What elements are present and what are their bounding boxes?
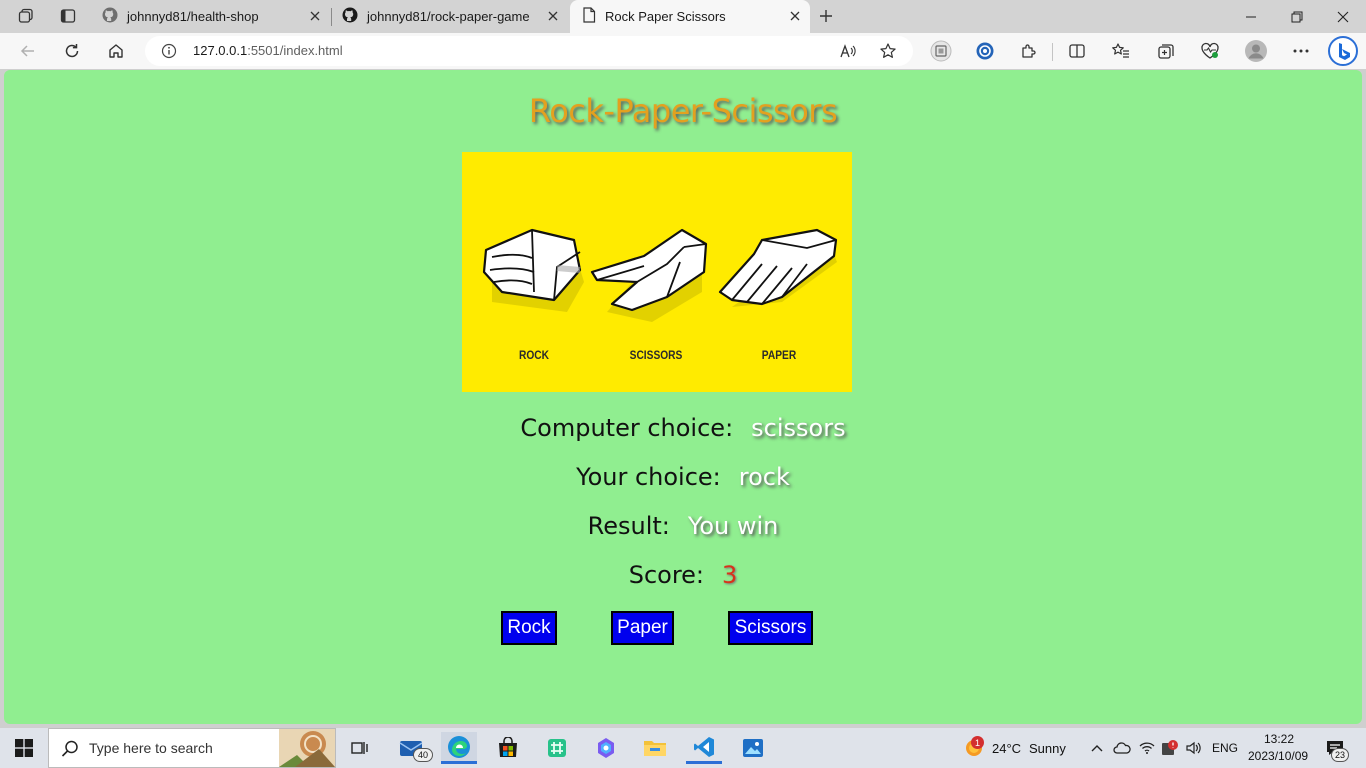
microsoft-store-icon[interactable] [490,732,526,764]
volume-icon[interactable] [1182,732,1206,764]
computer-choice-row: Computer choice: scissors [4,414,1362,442]
back-icon[interactable] [14,38,42,64]
weather-temperature: 24°C [992,741,1022,756]
search-placeholder: Type here to search [89,740,213,756]
browser-toolbar: 127.0.0.1:5501/index.html [0,33,1366,69]
task-view-icon[interactable] [342,732,378,764]
bing-copilot-icon[interactable] [1327,35,1359,67]
rock-button[interactable]: Rock [501,611,557,645]
profile-extension-icon[interactable] [971,38,999,64]
collections-icon[interactable] [1152,38,1180,64]
minimize-icon[interactable] [1228,0,1274,33]
close-tab-icon[interactable] [788,9,802,23]
your-choice-row: Your choice: rock [4,463,1362,491]
rock-label: ROCK [518,348,550,362]
result-label: Result: [587,512,670,540]
computer-choice-value: scissors [751,414,846,442]
tab-title: Rock Paper Scissors [605,9,726,24]
github-icon [342,7,358,26]
grid-app-icon[interactable] [539,732,575,764]
paper-button[interactable]: Paper [611,611,674,645]
your-choice-value: rock [738,463,790,491]
search-icon [61,740,79,762]
file-explorer-icon[interactable] [637,732,673,764]
result-row: Result: You win [4,512,1362,540]
weather-badge: 1 [971,736,984,749]
your-choice-label: Your choice: [576,463,721,491]
score-row: Score: 3 [4,561,1362,589]
url-host: 127.0.0.1 [193,43,248,58]
read-aloud-icon[interactable] [835,38,861,64]
extensions-puzzle-icon[interactable] [1015,38,1043,64]
github-icon [102,7,118,26]
computer-choice-label: Computer choice: [520,414,734,442]
tab-strip: johnnyd81/health-shop johnnyd81/rock-pap… [0,0,1366,33]
score-label: Score: [628,561,705,589]
edge-browser-icon[interactable] [441,732,477,764]
restore-icon[interactable] [1274,0,1320,33]
more-options-icon[interactable] [1287,38,1315,64]
mail-badge: 40 [413,748,433,762]
search-highlight-icon [279,729,335,768]
page-title: Rock-Paper-Scissors [528,92,838,130]
browser-essentials-icon[interactable] [1196,38,1224,64]
tab-title: johnnyd81/rock-paper-game [367,9,530,24]
profile-avatar-icon[interactable] [1242,38,1270,64]
favorites-icon[interactable] [1107,38,1135,64]
paper-hand-icon [718,228,838,307]
language-indicator[interactable]: ENG [1212,741,1238,755]
url-path: :5501/index.html [247,43,343,58]
clock-date[interactable]: 2023/10/09 [1248,749,1308,763]
rock-hand-icon [482,228,584,312]
tab-title: johnnyd81/health-shop [127,9,259,24]
tab-actions-icon[interactable] [56,5,80,27]
score-value: 3 [722,561,738,589]
new-tab-icon[interactable] [814,5,838,27]
tab-health-shop[interactable]: johnnyd81/health-shop [92,0,330,33]
split-screen-icon[interactable] [1063,38,1091,64]
windows-start-icon[interactable] [6,732,42,764]
address-bar[interactable]: 127.0.0.1:5501/index.html [145,36,913,66]
extension-icon[interactable] [927,38,955,64]
refresh-icon[interactable] [58,38,86,64]
favorite-star-icon[interactable] [875,38,901,64]
scissors-button[interactable]: Scissors [728,611,813,645]
clock-time[interactable]: 13:22 [1264,732,1294,746]
toolbar-divider [1052,43,1053,61]
chevron-up-icon[interactable] [1083,732,1111,764]
close-window-icon[interactable] [1320,0,1366,33]
rock-paper-scissors-image: ROCK SCISSORS PAPER [462,152,852,392]
taskbar: Type here to search 40 1 24°C Sunny ENG … [0,728,1366,768]
copilot-app-icon[interactable] [588,732,624,764]
security-alert-icon[interactable] [1157,732,1181,764]
url-text: 127.0.0.1:5501/index.html [193,43,343,58]
info-icon[interactable] [161,43,177,63]
weather-description: Sunny [1029,741,1066,756]
tab-rock-paper-scissors[interactable]: Rock Paper Scissors [570,0,810,33]
onedrive-cloud-icon[interactable] [1109,732,1135,764]
paper-label: PAPER [761,348,797,362]
notification-badge: 23 [1331,748,1349,762]
home-icon[interactable] [102,38,130,64]
page-icon [582,7,596,26]
photos-icon[interactable] [735,732,771,764]
network-icon[interactable] [1135,732,1159,764]
result-value: You win [687,512,779,540]
workspaces-icon[interactable] [14,5,38,27]
vscode-icon[interactable] [686,732,722,764]
tab-rock-paper-game[interactable]: johnnyd81/rock-paper-game [332,0,568,33]
scissors-label: SCISSORS [629,348,683,362]
close-tab-icon[interactable] [546,9,560,23]
page-viewport: Rock-Paper-Scissors ROCK SCISSORS PAPER … [4,70,1362,724]
close-tab-icon[interactable] [308,9,322,23]
scissors-hand-icon [590,228,708,322]
taskbar-search-input[interactable]: Type here to search [48,728,336,768]
